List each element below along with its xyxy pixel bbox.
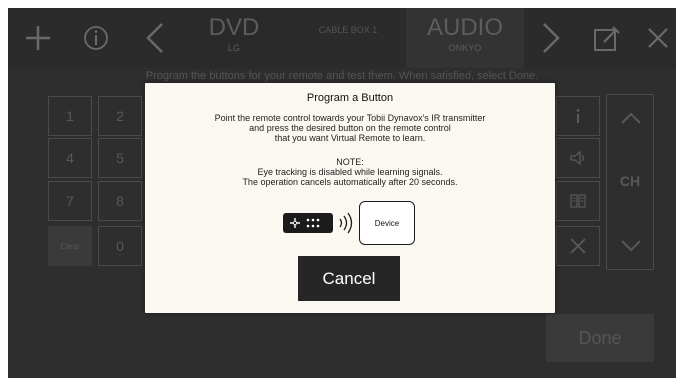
info-key-icon xyxy=(576,109,580,123)
chevron-left-icon[interactable] xyxy=(136,18,176,58)
dialog-text-line-1: Point the remote control towards your To… xyxy=(214,113,486,123)
tab-audio-sub: ONKYO xyxy=(448,43,482,53)
key-7[interactable]: 7 xyxy=(48,181,92,221)
plus-icon[interactable] xyxy=(18,18,58,58)
edit-icon[interactable] xyxy=(586,18,626,58)
channel-up-icon[interactable] xyxy=(619,107,643,131)
key-2[interactable]: 2 xyxy=(98,96,142,136)
mute-key[interactable] xyxy=(556,138,600,178)
tab-dvd-sub: LG xyxy=(227,43,240,53)
cancel-button[interactable]: Cancel xyxy=(298,256,400,301)
tab-cable-box-label: CABLE BOX 1 xyxy=(318,25,378,35)
dialog-note-heading: NOTE: xyxy=(336,157,364,167)
clear-button[interactable]: Clear xyxy=(48,226,92,266)
guide-key[interactable] xyxy=(556,181,600,221)
key-1[interactable]: 1 xyxy=(48,96,92,136)
close-icon[interactable] xyxy=(638,18,676,58)
key-8[interactable]: 8 xyxy=(98,181,142,221)
program-button-dialog: Program a Button Point the remote contro… xyxy=(145,83,555,313)
info-key[interactable] xyxy=(556,96,600,136)
dialog-note-line-2: The operation cancels automatically afte… xyxy=(242,177,458,187)
dialog-title: Program a Button xyxy=(306,92,394,104)
channel-rocker: CH xyxy=(606,94,654,270)
tab-audio-label: AUDIO xyxy=(426,14,503,41)
done-button[interactable]: Done xyxy=(546,314,654,362)
device-box: Device xyxy=(359,201,415,245)
dialog-note-line-1: Eye tracking is disabled while learning … xyxy=(257,167,443,177)
top-bar: DVD LG CABLE BOX 1 AUDIO ONKYO xyxy=(8,8,676,68)
tab-cable-box[interactable]: CABLE BOX 1 xyxy=(292,8,404,68)
tab-dvd-label: DVD xyxy=(208,14,260,41)
tab-audio[interactable]: AUDIO ONKYO xyxy=(406,8,524,68)
key-0[interactable]: 0 xyxy=(98,226,142,266)
virtual-remote-screen: DVD LG CABLE BOX 1 AUDIO ONKYO Program t… xyxy=(8,8,676,378)
dialog-text-line-3: that you want Virtual Remote to learn. xyxy=(274,133,426,143)
dialog-text-line-2: and press the desired button on the remo… xyxy=(249,123,451,133)
info-icon[interactable] xyxy=(76,18,116,58)
speaker-icon xyxy=(570,150,585,166)
channel-down-icon[interactable] xyxy=(619,233,643,257)
book-icon xyxy=(570,194,586,208)
ir-signal-icon xyxy=(337,212,353,234)
cross-icon xyxy=(570,238,586,254)
chevron-right-icon[interactable] xyxy=(530,18,570,58)
exit-key[interactable] xyxy=(556,226,600,266)
key-4[interactable]: 4 xyxy=(48,138,92,178)
instructions-text: Program the buttons for your remote and … xyxy=(145,70,539,82)
channel-label: CH xyxy=(619,173,641,189)
tab-dvd[interactable]: DVD LG xyxy=(180,8,288,68)
remote-control-icon xyxy=(283,213,333,233)
key-5[interactable]: 5 xyxy=(98,138,142,178)
